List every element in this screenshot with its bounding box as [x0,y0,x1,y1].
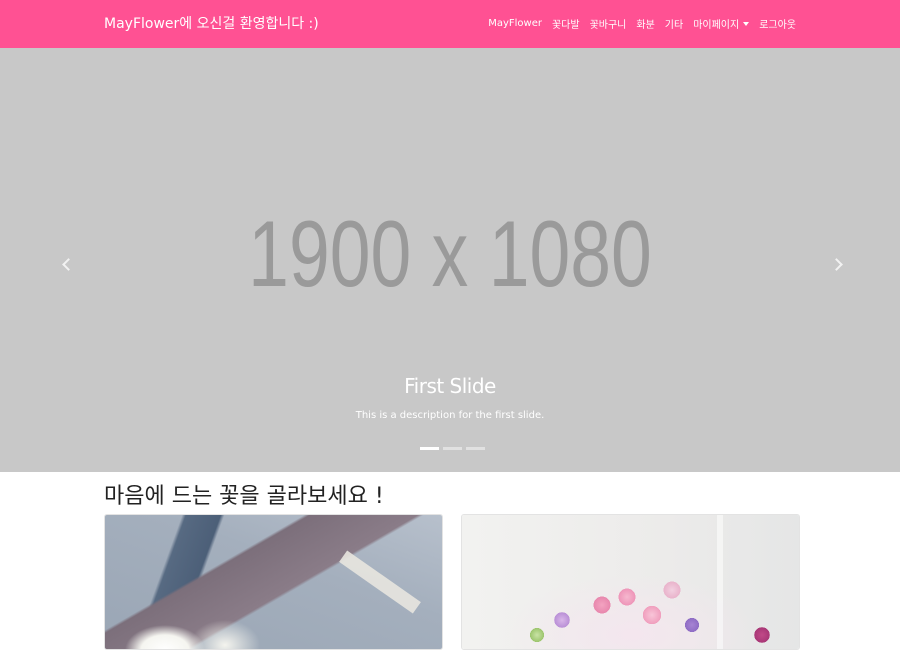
hero-carousel: 1900 x 1080 First Slide This is a descri… [0,48,900,472]
carousel-indicator-2[interactable] [443,447,462,450]
product-card[interactable] [104,514,443,650]
flower-basket-image [462,515,799,649]
carousel-indicator-1[interactable] [420,447,439,450]
window-frame-decoration [717,515,723,649]
carousel-indicators [420,447,485,450]
slide-caption-description: This is a description for the first slid… [355,410,545,421]
slide-caption: First Slide This is a description for th… [0,374,900,421]
section-title: 마음에 드는 꽃을 골라보세요 ! [104,484,384,509]
nav-link-bouquet[interactable]: 꽃다발 [552,16,580,31]
navbar: MayFlower에 오신걸 환영합니다 :) MayFlower 꽃다발 꽃바… [0,0,900,48]
nav-links: MayFlower 꽃다발 꽃바구니 화분 기타 마이페이지 로그아웃 [488,16,796,31]
nav-dropdown-mypage-label: 마이페이지 [693,20,740,31]
chevron-right-icon [829,257,843,271]
nav-link-pot[interactable]: 화분 [636,16,654,31]
chevron-left-icon [61,257,75,271]
slide-placeholder-text: 1900 x 1080 [248,201,652,306]
nav-link-etc[interactable]: 기타 [665,16,683,31]
nav-link-mayflower[interactable]: MayFlower [488,18,542,29]
nav-dropdown-mypage[interactable]: 마이페이지 [693,16,750,31]
carousel-indicator-3[interactable] [466,447,485,450]
nav-link-basket[interactable]: 꽃바구니 [590,16,627,31]
slide-caption-title: First Slide [404,374,496,398]
nav-link-logout[interactable]: 로그아웃 [759,16,796,31]
carousel-prev-button[interactable] [48,244,88,284]
product-card[interactable] [461,514,800,650]
carousel-next-button[interactable] [816,244,856,284]
caret-down-icon [743,21,750,26]
brand-link[interactable]: MayFlower에 오신걸 환영합니다 :) [104,13,319,33]
